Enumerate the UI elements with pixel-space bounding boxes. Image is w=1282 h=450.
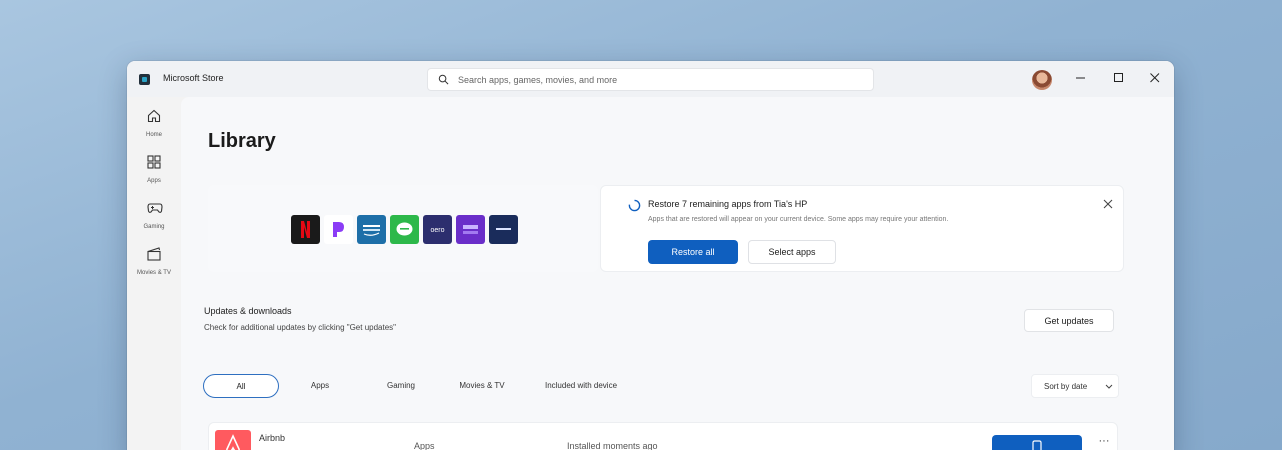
open-app-button[interactable]: [992, 435, 1082, 450]
row-app-status: Installed moments ago: [567, 441, 658, 450]
spinner-icon: [628, 199, 641, 212]
airbnb-icon: [215, 430, 251, 450]
table-row[interactable]: Airbnb Apps Installed moments ago ···: [208, 422, 1118, 450]
minimize-icon: [1076, 77, 1085, 79]
updates-title: Updates & downloads: [204, 306, 292, 316]
get-updates-button[interactable]: Get updates: [1024, 309, 1114, 332]
store-logo-icon: [139, 74, 150, 85]
line-icon[interactable]: [390, 215, 419, 244]
sidebar-item-label: Movies & TV: [137, 270, 171, 276]
sidebar-item-label: Home: [145, 132, 162, 138]
sidebar: Home Apps Gaming Movies & TV: [127, 97, 181, 450]
row-app-type: Apps: [414, 441, 435, 450]
pandora-icon[interactable]: [324, 215, 353, 244]
apps-icon: [147, 155, 161, 169]
row-app-name: Airbnb: [259, 433, 286, 443]
sidebar-item-home[interactable]: Home: [127, 109, 181, 153]
sidebar-item-label: Apps: [147, 178, 161, 184]
filter-apps[interactable]: Apps: [291, 374, 349, 398]
filter-gaming[interactable]: Gaming: [359, 374, 443, 398]
prime-video-icon[interactable]: [357, 215, 386, 244]
filter-included-with-device[interactable]: Included with device: [531, 374, 631, 398]
close-button[interactable]: [1143, 68, 1167, 88]
sidebar-item-gaming[interactable]: Gaming: [127, 201, 181, 245]
maximize-button[interactable]: [1107, 68, 1131, 88]
close-icon: [1103, 199, 1113, 209]
store-window: Microsoft Store Home: [127, 61, 1174, 450]
library-page: Library oero Restore 7 remaining apps fr…: [181, 97, 1174, 450]
chevron-down-icon: [1105, 384, 1113, 389]
more-options-icon[interactable]: ···: [1095, 435, 1113, 449]
sort-dropdown[interactable]: Sort by date: [1031, 374, 1119, 398]
home-icon: [147, 109, 161, 123]
search-input[interactable]: [458, 72, 858, 88]
page-title: Library: [208, 130, 276, 152]
select-apps-button[interactable]: Select apps: [748, 240, 836, 264]
updates-description: Check for additional updates by clicking…: [204, 323, 397, 332]
launch-icon: [1032, 440, 1042, 450]
avatar[interactable]: [1032, 70, 1052, 90]
netflix-icon[interactable]: [291, 215, 320, 244]
sidebar-item-apps[interactable]: Apps: [127, 155, 181, 199]
restore-panel: Restore 7 remaining apps from Tia's HP A…: [600, 185, 1124, 272]
title-bar: Microsoft Store: [127, 61, 1174, 97]
disney-plus-icon[interactable]: [489, 215, 518, 244]
maximize-icon: [1114, 73, 1123, 82]
dismiss-restore-button[interactable]: [1101, 197, 1115, 211]
sort-label: Sort by date: [1044, 382, 1088, 391]
svg-text:oero: oero: [430, 227, 444, 234]
search-box[interactable]: [427, 68, 874, 91]
filter-all[interactable]: All: [203, 374, 279, 398]
close-icon: [1150, 73, 1160, 83]
gaming-icon: [147, 203, 163, 213]
restore-title: Restore 7 remaining apps from Tia's HP: [648, 199, 808, 209]
featured-apps-panel: oero: [208, 185, 598, 272]
vero-icon[interactable]: oero: [423, 215, 452, 244]
restore-description: Apps that are restored will appear on yo…: [648, 216, 949, 223]
restore-all-button[interactable]: Restore all: [648, 240, 738, 264]
filter-movies-tv[interactable]: Movies & TV: [449, 374, 515, 398]
search-icon: [438, 74, 449, 85]
app-title: Microsoft Store: [163, 73, 224, 83]
sidebar-item-movies-tv[interactable]: Movies & TV: [127, 247, 181, 291]
minimize-button[interactable]: [1069, 68, 1093, 88]
sidebar-item-label: Gaming: [143, 224, 165, 230]
hbo-max-icon[interactable]: [456, 215, 485, 244]
movies-tv-icon: [147, 247, 161, 261]
